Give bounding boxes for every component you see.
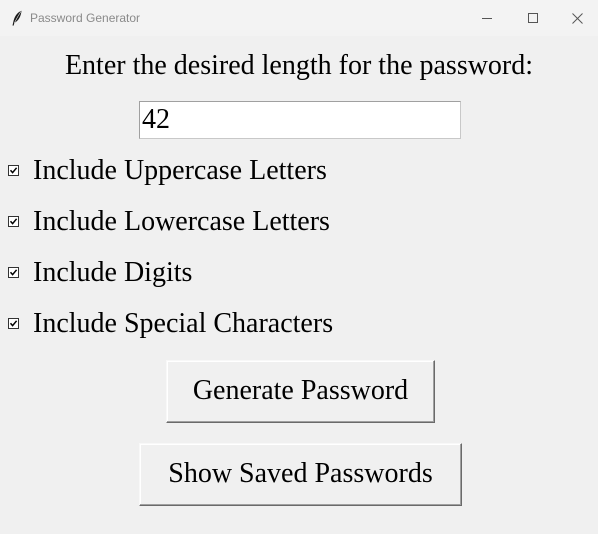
digits-label[interactable]: Include Digits [33,253,192,293]
generate-password-button[interactable]: Generate Password [166,360,435,423]
maximize-button[interactable] [510,0,556,36]
lowercase-checkbox[interactable] [8,216,19,227]
password-length-input[interactable] [139,101,461,139]
close-button[interactable] [554,0,598,36]
title-bar[interactable]: Password Generator [0,0,598,36]
checkmark-icon [9,218,18,225]
window-title: Password Generator [30,11,141,25]
close-icon [571,12,583,24]
app-window: Password Generator Enter the desired len… [0,0,598,534]
checkmark-icon [9,269,18,276]
length-prompt-label: Enter the desired length for the passwor… [64,50,534,81]
checkmark-icon [9,320,18,327]
uppercase-label[interactable]: Include Uppercase Letters [33,151,327,191]
feather-icon [11,10,23,26]
uppercase-checkbox[interactable] [8,165,19,176]
special-characters-checkbox[interactable] [8,318,19,329]
lowercase-label[interactable]: Include Lowercase Letters [33,202,330,242]
minimize-icon [482,18,492,19]
minimize-button[interactable] [464,0,510,36]
show-saved-passwords-button[interactable]: Show Saved Passwords [139,443,462,506]
special-characters-label[interactable]: Include Special Characters [33,304,333,344]
maximize-icon [528,13,538,23]
checkmark-icon [9,167,18,174]
digits-checkbox[interactable] [8,267,19,278]
